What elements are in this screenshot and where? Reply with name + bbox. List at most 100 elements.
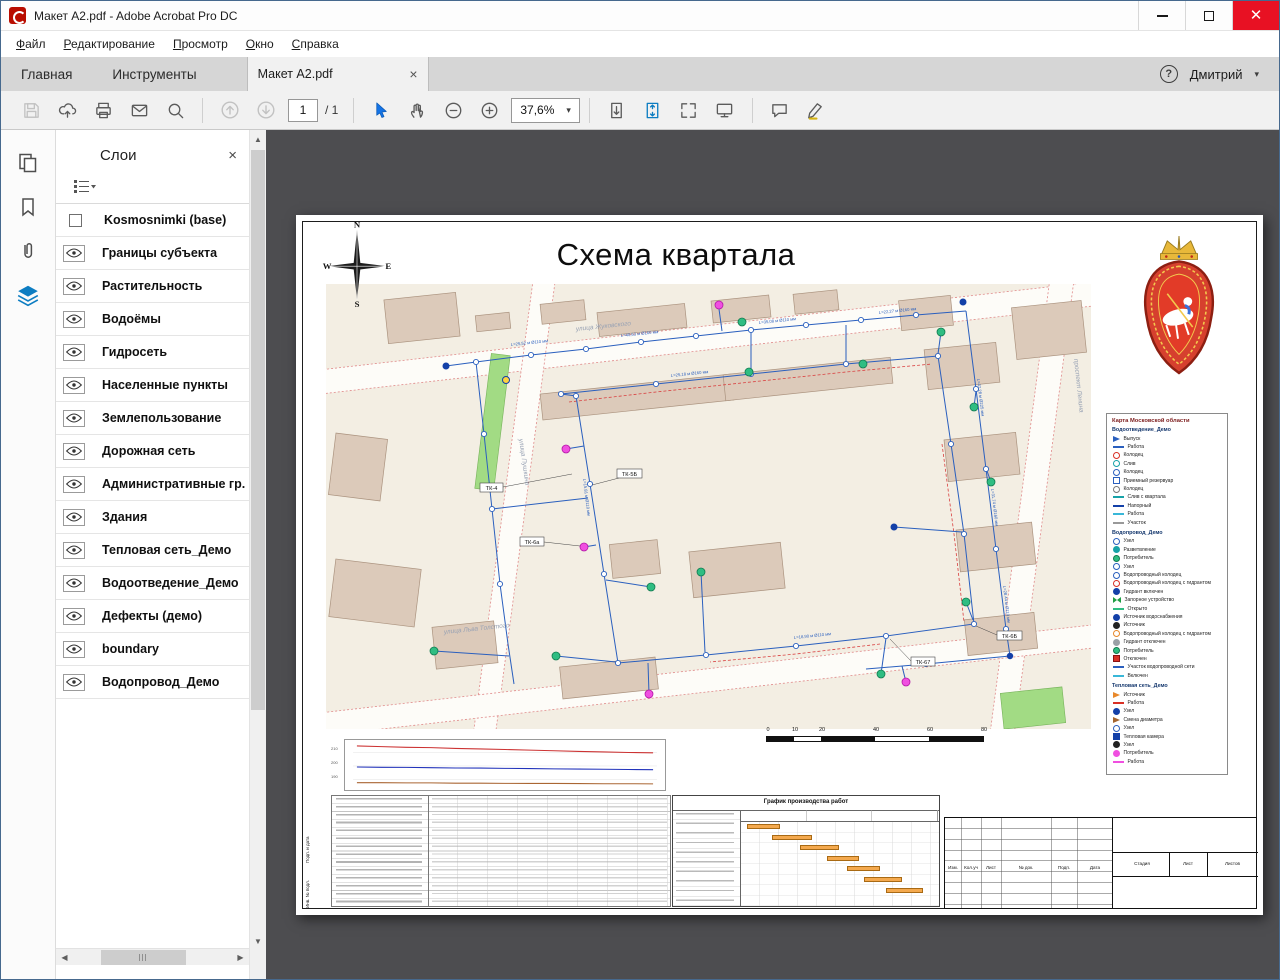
layer-row[interactable]: Дорожная сеть — [56, 435, 249, 468]
layer-row[interactable]: Водоёмы — [56, 303, 249, 336]
scroll-left-button[interactable]: ◀ — [56, 949, 73, 966]
legend-item: Участок водопроводной сети — [1110, 663, 1225, 671]
bookmarks-button[interactable] — [13, 192, 43, 222]
minimize-button[interactable] — [1138, 1, 1185, 30]
dot-green-icon — [1113, 555, 1120, 562]
layer-row[interactable]: Растительность — [56, 270, 249, 303]
hscroll-thumb[interactable] — [101, 950, 186, 965]
layer-row[interactable]: Землепользование — [56, 402, 249, 435]
layer-label: Тепловая сеть_Демо — [102, 543, 231, 557]
tab-home[interactable]: Главная — [1, 57, 92, 91]
layer-row[interactable]: Водопровод_Демо — [56, 666, 249, 699]
close-button[interactable]: ✕ — [1232, 1, 1279, 30]
menu-item[interactable]: Окно — [237, 33, 283, 55]
legend-item: Тепловая камера — [1110, 732, 1225, 740]
panel-options-button[interactable] — [56, 170, 249, 204]
gantt-title: График производства работ — [673, 799, 939, 805]
layer-visibility-toggle[interactable] — [63, 575, 85, 592]
hand-tool-icon — [408, 101, 427, 120]
profile-ytick: 210 — [331, 746, 338, 751]
zoom-out-button[interactable] — [435, 95, 471, 125]
fit-one-page-button[interactable] — [635, 95, 671, 125]
layer-row[interactable]: Дефекты (демо) — [56, 600, 249, 633]
save-button[interactable] — [13, 95, 49, 125]
legend-item: Включен — [1110, 672, 1225, 680]
line-green-icon — [1113, 608, 1124, 610]
line-blue-icon — [1113, 446, 1124, 448]
page-number-input[interactable] — [288, 99, 318, 122]
layer-visibility-toggle[interactable] — [63, 542, 85, 559]
next-page-button[interactable] — [248, 95, 284, 125]
layer-label: Водоотведение_Демо — [102, 576, 239, 590]
gantt-bars — [741, 822, 937, 904]
legend-item: Узел — [1110, 707, 1225, 715]
legend-item: Колодец — [1110, 485, 1225, 493]
user-menu-name[interactable]: Дмитрий — [1190, 67, 1243, 82]
previous-page-button[interactable] — [212, 95, 248, 125]
layer-row[interactable]: Административные гр. — [56, 468, 249, 501]
layer-visibility-toggle[interactable] — [63, 476, 85, 493]
layer-visibility-toggle[interactable] — [63, 641, 85, 658]
page-thumbnails-button[interactable] — [13, 148, 43, 178]
dot-black-icon — [1113, 622, 1120, 629]
tab-close-icon[interactable]: × — [409, 66, 417, 82]
layer-row[interactable]: Границы субъекта — [56, 237, 249, 270]
layer-visibility-toggle[interactable] — [63, 311, 85, 328]
scroll-right-button[interactable]: ▶ — [232, 949, 249, 966]
scroll-up-button[interactable]: ▲ — [250, 131, 266, 148]
comment-button[interactable] — [762, 95, 798, 125]
layer-row[interactable]: Населенные пункты — [56, 369, 249, 402]
menu-item[interactable]: Просмотр — [164, 33, 237, 55]
layer-row[interactable]: boundary — [56, 633, 249, 666]
layer-row[interactable]: Kosmosnimki (base) — [56, 204, 249, 237]
presentation-mode-button[interactable] — [707, 95, 743, 125]
layer-visibility-toggle[interactable] — [63, 344, 85, 361]
layer-visibility-toggle[interactable] — [63, 278, 85, 295]
menu-item[interactable]: Справка — [283, 33, 348, 55]
maximize-button[interactable] — [1185, 1, 1232, 30]
layer-row[interactable]: Водоотведение_Демо — [56, 567, 249, 600]
menu-item[interactable]: Файл — [7, 33, 55, 55]
scale-tick: 10 — [792, 727, 798, 733]
share-button[interactable] — [49, 95, 85, 125]
panel-horizontal-scrollbar[interactable]: ◀ ▶ — [56, 948, 249, 965]
tab-tools[interactable]: Инструменты — [92, 57, 216, 91]
layer-visibility-toggle[interactable] — [63, 245, 85, 262]
highlight-button[interactable] — [798, 95, 834, 125]
expand-button[interactable] — [671, 95, 707, 125]
layer-visibility-toggle[interactable] — [63, 443, 85, 460]
tab-document[interactable]: Макет A2.pdf × — [247, 57, 429, 91]
scale-tick: 20 — [819, 727, 825, 733]
layer-row[interactable]: Гидросеть — [56, 336, 249, 369]
legend-item: Узел — [1110, 741, 1225, 749]
print-button[interactable] — [85, 95, 121, 125]
layer-visibility-toggle[interactable] — [63, 674, 85, 691]
layers-button[interactable] — [13, 280, 43, 310]
comment-icon — [770, 101, 789, 120]
layer-visibility-toggle[interactable] — [63, 410, 85, 427]
scroll-down-button[interactable]: ▼ — [250, 933, 266, 950]
zoom-dropdown[interactable]: 37,6% ▾ — [511, 98, 580, 123]
layer-visibility-toggle[interactable] — [63, 377, 85, 394]
menu-item[interactable]: Редактирование — [55, 33, 164, 55]
page-scroll-mode-button[interactable] — [599, 95, 635, 125]
layer-visibility-toggle[interactable] — [63, 509, 85, 526]
layer-visibility-toggle[interactable] — [63, 608, 85, 625]
panel-vertical-scrollbar[interactable]: ▲ ▼ — [249, 130, 266, 979]
help-button[interactable]: ? — [1160, 65, 1178, 83]
layer-row[interactable]: Тепловая сеть_Демо — [56, 534, 249, 567]
search-button[interactable] — [157, 95, 193, 125]
panel-close-icon[interactable]: × — [228, 148, 237, 163]
navigation-strip — [1, 130, 56, 979]
attachments-button[interactable] — [13, 236, 43, 266]
select-tool-button[interactable] — [363, 95, 399, 125]
layer-row[interactable]: Здания — [56, 501, 249, 534]
vscroll-thumb[interactable] — [251, 150, 265, 710]
zoom-in-button[interactable] — [471, 95, 507, 125]
email-button[interactable] — [121, 95, 157, 125]
svg-text:N: N — [354, 221, 361, 230]
gantt-bar — [886, 888, 923, 893]
tb-stage-cell: Листов — [1207, 861, 1258, 866]
hand-tool-button[interactable] — [399, 95, 435, 125]
layer-checkbox[interactable] — [69, 214, 82, 227]
